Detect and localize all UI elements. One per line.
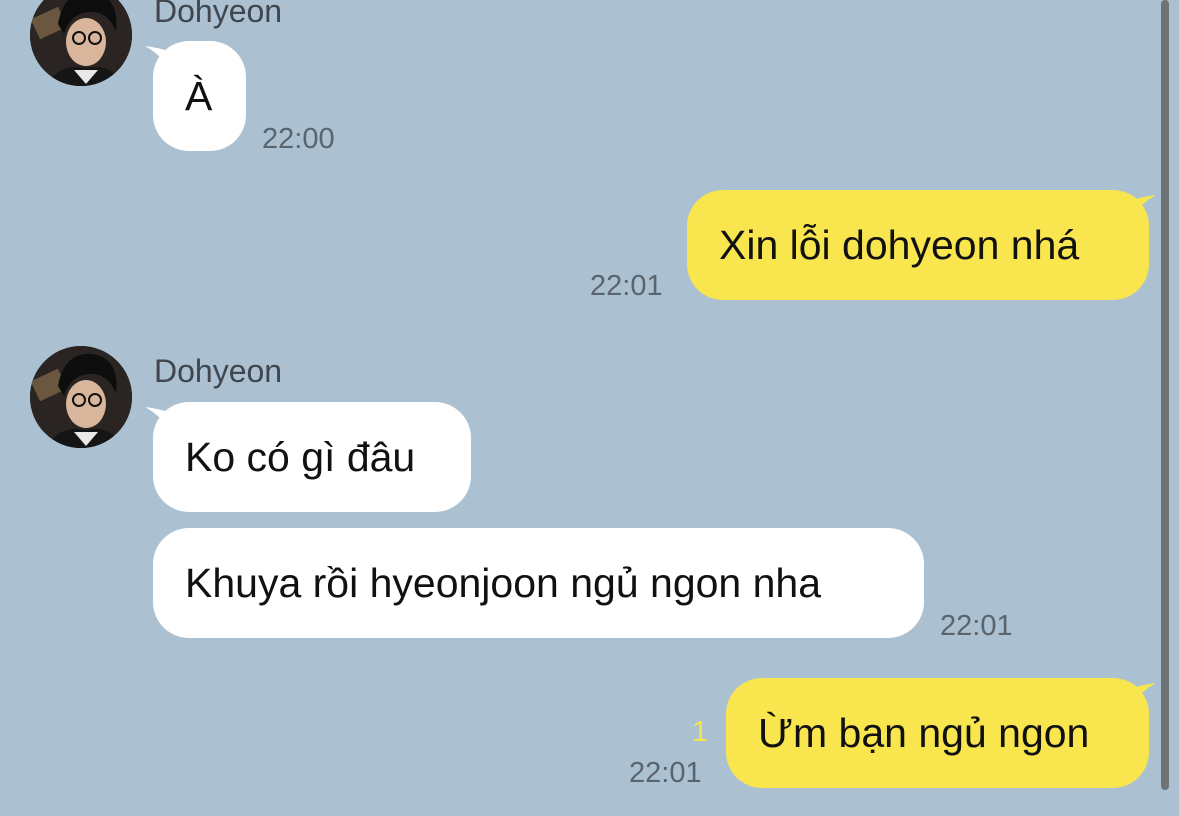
message-text: Ừm bạn ngủ ngon: [758, 709, 1090, 756]
bubble-tail: [1130, 683, 1156, 709]
message-time: 22:01: [590, 270, 663, 302]
message-text: À: [185, 72, 213, 119]
bubble-tail: [1130, 195, 1156, 221]
message-bubble[interactable]: À: [153, 41, 246, 151]
avatar[interactable]: [30, 346, 132, 448]
message-bubble[interactable]: Khuya rồi hyeonjoon ngủ ngon nha: [153, 528, 924, 638]
message-bubble[interactable]: Ừm bạn ngủ ngon: [726, 678, 1149, 788]
avatar-photo-icon: [30, 346, 132, 448]
message-time: 22:00: [262, 123, 335, 155]
sender-name: Dohyeon: [154, 0, 283, 29]
message-text: Khuya rồi hyeonjoon ngủ ngon nha: [185, 559, 822, 606]
avatar-photo-icon: [30, 0, 132, 86]
message-bubble[interactable]: Ko có gì đâu: [153, 402, 471, 512]
avatar[interactable]: [30, 0, 132, 86]
scrollbar[interactable]: [1161, 0, 1169, 790]
chat-view[interactable]: Dohyeon À 22:00 22:01 Xin lỗi dohyeon nh…: [0, 0, 1179, 816]
message-bubble[interactable]: Xin lỗi dohyeon nhá: [687, 190, 1149, 300]
message-time: 22:01: [629, 757, 702, 789]
message-time: 22:01: [940, 610, 1013, 642]
message-text: Xin lỗi dohyeon nhá: [719, 221, 1080, 268]
message-text: Ko có gì đâu: [185, 433, 416, 480]
unread-count: 1: [692, 716, 709, 748]
sender-name: Dohyeon: [154, 353, 283, 389]
